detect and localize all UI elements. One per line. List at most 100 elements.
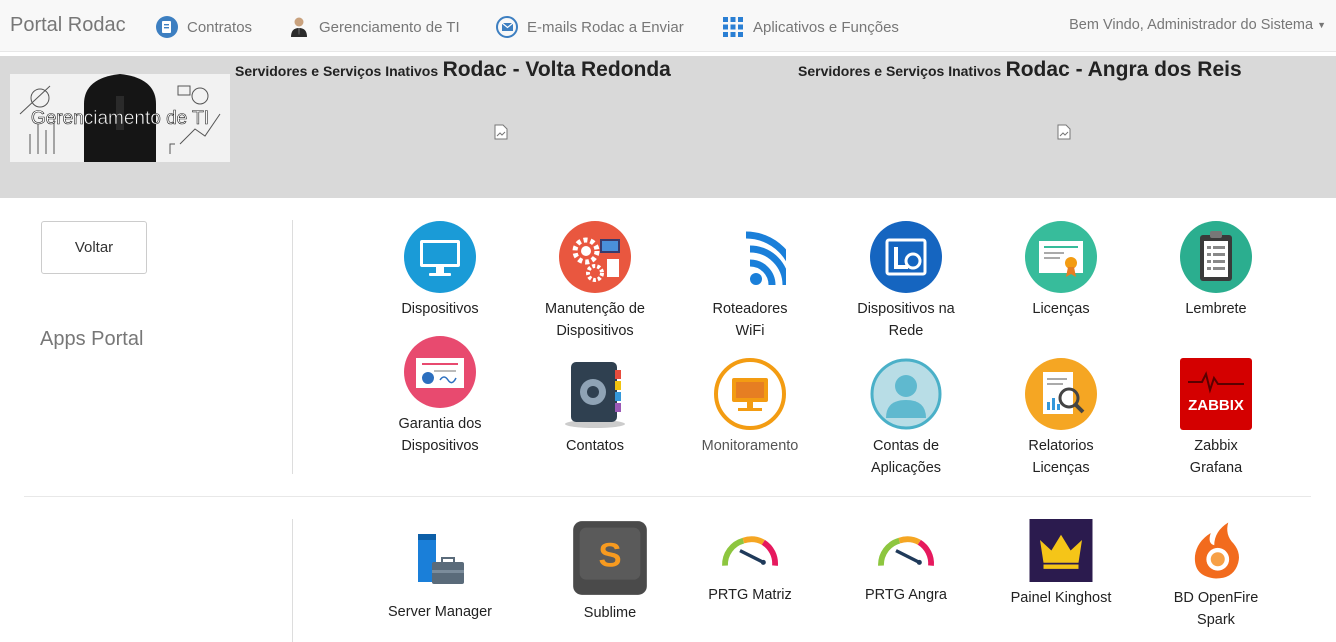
app-sublime[interactable]: S Sublime — [542, 519, 678, 624]
status-banner: Gerenciamento de TI Servidores e Serviço… — [0, 56, 1336, 198]
panel-title-angra: Servidores e Serviços Inativos Rodac - A… — [798, 58, 1242, 82]
app-label: BD OpenFire — [1173, 590, 1259, 606]
server-manager-icon — [418, 534, 464, 584]
app-label: Dispositivos — [401, 438, 479, 454]
app-zabbix-grafana[interactable]: ZABBIX Zabbix Grafana — [1148, 358, 1284, 479]
app-label: Lembrete — [1185, 301, 1247, 317]
monitoring-screen-icon — [714, 358, 786, 430]
it-management-banner-image: Gerenciamento de TI — [10, 74, 230, 162]
user-greeting: Bem Vindo, Administrador do Sistema — [1069, 17, 1314, 33]
nav-gerenciamento-label: Gerenciamento de TI — [319, 18, 460, 36]
panel-heading: Rodac - Volta Redonda — [442, 58, 671, 81]
divider-horizontal — [24, 496, 1311, 497]
crown-icon — [1029, 519, 1093, 582]
panel-angra-dos-reis: Servidores e Serviços Inativos Rodac - A… — [796, 56, 1336, 198]
wifi-icon — [745, 231, 800, 286]
nav-contratos-label: Contratos — [187, 18, 253, 36]
app-monitoramento[interactable]: Monitoramento — [682, 358, 818, 457]
panel-subtitle: Servidores e Serviços Inativos — [798, 63, 1002, 79]
user-menu[interactable]: Bem Vindo, Administrador do Sistema ▼ — [1069, 17, 1326, 33]
app-label: Painel Kinghost — [1010, 590, 1112, 606]
app-label: Dispositivos — [401, 301, 479, 317]
broken-image-icon — [494, 124, 508, 140]
panel-heading: Rodac - Angra dos Reis — [1005, 58, 1242, 81]
app-label: Manutenção de — [545, 301, 645, 317]
email-icon — [496, 16, 518, 38]
maintenance-gears-icon — [559, 221, 631, 293]
app-label: Dispositivos na — [857, 301, 955, 317]
app-label: Licenças — [1032, 460, 1090, 476]
app-dispositivos-na-rede[interactable]: Dispositivos na Rede — [838, 221, 974, 342]
app-label: WiFi — [735, 323, 765, 339]
nav-contratos[interactable]: Contratos — [156, 14, 252, 40]
divider-vertical — [292, 519, 293, 642]
app-painel-kinghost[interactable]: Painel Kinghost — [993, 519, 1129, 609]
app-label: Contas de — [872, 438, 940, 454]
divider-vertical — [292, 220, 293, 474]
app-label: Licenças — [1032, 301, 1090, 317]
prtg-gauge-icon — [722, 536, 778, 566]
app-relatorios-licencas[interactable]: Relatorios Licenças — [993, 358, 1129, 479]
apps-grid-icon — [723, 17, 743, 37]
app-label: Garantia dos — [398, 416, 482, 432]
app-label: PRTG Matriz — [708, 587, 792, 603]
nav-aplicativos-label: Aplicativos e Funções — [753, 18, 899, 36]
clipboard-icon — [1180, 221, 1252, 293]
banner-image-text: Gerenciamento de TI — [31, 108, 209, 129]
app-server-manager[interactable]: Server Manager — [372, 524, 508, 623]
panel-subtitle: Servidores e Serviços Inativos — [235, 63, 439, 79]
nav-aplicativos[interactable]: Aplicativos e Funções — [722, 14, 899, 40]
app-label: Zabbix — [1194, 438, 1238, 454]
nav-emails-label: E-mails Rodac a Enviar — [527, 18, 684, 36]
app-roteadores-wifi[interactable]: Roteadores WiFi — [682, 221, 818, 342]
app-label: Rede — [888, 323, 924, 339]
broken-image-icon — [1057, 124, 1071, 140]
sublime-text-icon: S — [573, 521, 647, 595]
panel-volta-redonda: Servidores e Serviços Inativos Rodac - V… — [232, 56, 792, 198]
user-tie-icon — [291, 17, 307, 37]
contract-icon — [156, 16, 178, 38]
app-label: Monitoramento — [701, 438, 799, 454]
app-label: Aplicações — [870, 460, 942, 476]
panel-title-volta-redonda: Servidores e Serviços Inativos Rodac - V… — [235, 58, 671, 82]
back-button[interactable]: Voltar — [41, 221, 147, 274]
openfire-flame-icon — [1194, 522, 1239, 579]
app-manutencao-dispositivos[interactable]: Manutenção de Dispositivos — [527, 221, 663, 342]
sublime-logo-text: S — [598, 537, 621, 575]
app-lembrete[interactable]: Lembrete — [1148, 221, 1284, 320]
nav-gerenciamento-ti[interactable]: Gerenciamento de TI — [288, 14, 460, 40]
address-book-icon — [565, 362, 625, 428]
app-licencas[interactable]: Licenças — [993, 221, 1129, 320]
app-contas-aplicacoes[interactable]: Contas de Aplicações — [838, 358, 974, 479]
app-prtg-angra[interactable]: PRTG Angra — [838, 519, 974, 606]
app-label: PRTG Angra — [865, 587, 947, 603]
zabbix-logo-text: ZABBIX — [1188, 397, 1244, 414]
app-label: Grafana — [1189, 460, 1243, 476]
app-label: Relatorios — [1028, 438, 1094, 454]
certificate-icon — [1025, 221, 1097, 293]
caret-down-icon: ▼ — [1317, 20, 1326, 31]
nav-emails[interactable]: E-mails Rodac a Enviar — [496, 14, 684, 40]
businessman-illustration: Gerenciamento de TI — [10, 74, 230, 162]
top-navbar: Portal Rodac Contratos Gerenciamento de … — [0, 0, 1336, 52]
report-search-icon — [1025, 358, 1097, 430]
app-contatos[interactable]: Contatos — [527, 358, 663, 457]
app-prtg-matriz[interactable]: PRTG Matriz — [682, 519, 818, 606]
app-dispositivos[interactable]: Dispositivos — [372, 221, 508, 320]
app-label: Roteadores — [712, 301, 788, 317]
warranty-certificate-icon — [404, 336, 476, 408]
app-garantia-dispositivos[interactable]: Garantia dos Dispositivos — [372, 336, 508, 457]
app-label: Spark — [1197, 612, 1235, 628]
network-device-icon — [870, 221, 942, 293]
app-label: Server Manager — [388, 604, 492, 620]
prtg-gauge-icon — [878, 536, 934, 566]
app-label: Contatos — [565, 438, 625, 454]
app-label: Sublime — [583, 605, 637, 621]
apps-portal-title: Apps Portal — [40, 328, 144, 350]
monitor-icon — [404, 221, 476, 293]
app-bd-openfire-spark[interactable]: BD OpenFire Spark — [1148, 519, 1284, 631]
user-account-icon — [870, 358, 942, 430]
zabbix-logo-icon: ZABBIX — [1180, 358, 1252, 430]
brand-link[interactable]: Portal Rodac — [10, 14, 126, 37]
app-label: Dispositivos — [556, 323, 634, 339]
